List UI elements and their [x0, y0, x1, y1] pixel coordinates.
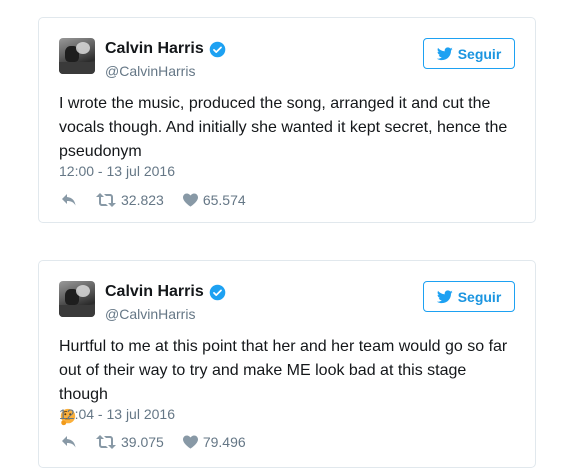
tweet-text-content: Hurtful to me at this point that her and…: [59, 338, 508, 403]
retweet-count: 39.075: [121, 434, 164, 450]
author-handle[interactable]: @CalvinHarris: [105, 306, 195, 322]
follow-label: Seguir: [457, 45, 502, 62]
retweet-count: 32.823: [121, 192, 164, 208]
tweet-timestamp[interactable]: 12:00 - 13 jul 2016: [59, 163, 175, 179]
tweet-card: Calvin Harris @CalvinHarris Seguir I wro…: [38, 17, 536, 223]
twitter-bird-icon: [436, 289, 453, 303]
follow-label: Seguir: [457, 288, 502, 305]
heart-icon: [182, 435, 198, 449]
reply-icon: [62, 436, 76, 448]
tweet-actions: 39.075 79.496: [61, 434, 265, 450]
like-count: 79.496: [202, 434, 246, 450]
author-name-row: Calvin Harris: [105, 283, 226, 301]
like-button[interactable]: 65.574: [182, 192, 246, 208]
follow-button[interactable]: Seguir: [423, 281, 515, 312]
tweet-text-content: I wrote the music, produced the song, ar…: [59, 95, 508, 160]
like-button[interactable]: 79.496: [182, 434, 246, 450]
tweet-text: I wrote the music, produced the song, ar…: [59, 92, 515, 164]
author-display-name[interactable]: Calvin Harris: [105, 283, 204, 301]
tweet-actions: 32.823 65.574: [61, 192, 265, 208]
retweet-button[interactable]: 32.823: [96, 192, 164, 208]
avatar[interactable]: [59, 38, 95, 74]
retweet-button[interactable]: 39.075: [96, 434, 164, 450]
reply-button[interactable]: [61, 193, 77, 207]
twitter-bird-icon: [436, 46, 453, 60]
reply-icon: [62, 194, 76, 206]
avatar[interactable]: [59, 281, 95, 317]
retweet-icon: [96, 435, 116, 449]
like-count: 65.574: [202, 192, 246, 208]
author-name-row: Calvin Harris: [105, 40, 226, 58]
author-handle[interactable]: @CalvinHarris: [105, 63, 195, 79]
verified-badge-icon: [209, 284, 226, 300]
retweet-icon: [96, 193, 116, 207]
author-display-name[interactable]: Calvin Harris: [105, 40, 204, 58]
tweet-card: Calvin Harris @CalvinHarris Seguir Hurtf…: [38, 260, 536, 468]
tweet-timestamp[interactable]: 12:04 - 13 jul 2016: [59, 406, 175, 422]
heart-icon: [182, 193, 198, 207]
reply-button[interactable]: [61, 435, 77, 449]
follow-button[interactable]: Seguir: [423, 38, 515, 69]
verified-badge-icon: [209, 41, 226, 57]
